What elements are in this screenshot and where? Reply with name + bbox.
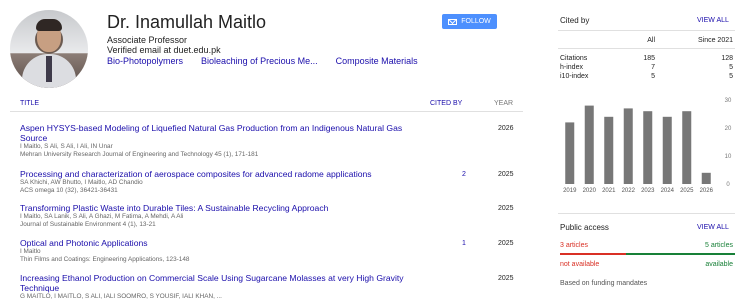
article-row: Increasing Ethanol Production on Commerc… [20, 273, 523, 301]
avatar-tie [46, 56, 52, 82]
public-access-labels: not available available [560, 261, 735, 270]
article-title[interactable]: Transforming Plastic Waste into Durable … [20, 203, 420, 213]
available-count[interactable]: 5 articles [705, 242, 733, 249]
interest-link[interactable]: Bioleaching of Precious Me... [201, 56, 318, 66]
not-available-bar [560, 253, 626, 255]
article-authors: G MAITLO, I MAITLO, S ALI, IALI SOOMRO, … [20, 293, 222, 300]
bar-2026[interactable] [701, 172, 711, 184]
h-index-row: h-index 7 5 [560, 64, 735, 73]
profile-photo [10, 10, 88, 88]
metric-all: 185 [643, 55, 655, 62]
metric-label: h-index [560, 64, 583, 71]
y-tick-label: 30 [725, 98, 732, 104]
x-tick-label: 2022 [622, 188, 636, 194]
article-authors: I Maitlo, SA Lanik, S Ali, A Ghazi, M Fa… [20, 213, 184, 220]
bar-2023[interactable] [643, 111, 653, 184]
article-row: Transforming Plastic Waste into Durable … [20, 203, 523, 229]
available-bar [625, 253, 735, 255]
cited-by-header-row: All Since 2021 [560, 37, 735, 46]
article-row: Optical and Photonic Applications I Mait… [20, 238, 523, 264]
x-tick-label: 2023 [641, 188, 655, 194]
follow-button[interactable]: FOLLOW [442, 14, 497, 29]
article-year: 2025 [498, 275, 514, 282]
x-tick-label: 2019 [563, 188, 577, 194]
public-access-title: Public access [560, 223, 609, 232]
col-since: Since 2021 [697, 37, 733, 44]
bar-2025[interactable] [682, 111, 692, 184]
bar-2024[interactable] [662, 116, 672, 184]
cited-by-view-all[interactable]: VIEW ALL [697, 17, 729, 24]
profile-name: Dr. Inamullah Maitlo [107, 12, 267, 32]
article-authors: SA Khichi, AW Bhutto, I Maitlo, AD Chand… [20, 179, 143, 186]
article-year: 2025 [498, 205, 514, 212]
x-tick-label: 2020 [583, 188, 597, 194]
article-venue: Mehran University Research Journal of En… [20, 151, 259, 158]
funding-mandates-note: Based on funding mandates [560, 280, 648, 287]
article-year: 2025 [498, 171, 514, 178]
article-title[interactable]: Increasing Ethanol Production on Commerc… [20, 273, 420, 293]
profile-affiliation: Associate Professor [107, 35, 188, 45]
citations-row: Citations 185 128 [560, 55, 735, 64]
not-available-count[interactable]: 3 articles [560, 242, 588, 249]
i10-index-row: i10-index 5 5 [560, 73, 735, 82]
cited-by-title: Cited by [560, 16, 590, 25]
x-tick-label: 2021 [602, 188, 616, 194]
article-venue: ACS omega 10 (32), 36421-36431 [20, 187, 118, 194]
metric-since: 5 [729, 73, 733, 80]
bar-2021[interactable] [604, 116, 614, 184]
avatar-hair [36, 19, 62, 31]
y-tick-label: 10 [725, 154, 732, 160]
article-year: 2026 [498, 125, 514, 132]
article-title[interactable]: Processing and characterization of aeros… [20, 169, 420, 179]
articles-table-header: TITLE CITED BY YEAR [10, 95, 523, 112]
article-row: Aspen HYSYS-based Modeling of Liquefied … [20, 123, 523, 159]
sort-by-title[interactable]: TITLE [20, 100, 39, 107]
metric-since: 5 [729, 64, 733, 71]
article-title[interactable]: Aspen HYSYS-based Modeling of Liquefied … [20, 123, 420, 143]
public-access-counts: 3 articles 5 articles [560, 242, 735, 251]
public-access-view-all[interactable]: VIEW ALL [697, 224, 729, 231]
x-tick-label: 2024 [661, 188, 675, 194]
profile-email: Verified email at duet.edu.pk [107, 45, 221, 55]
article-authors: I Maitlo [20, 248, 41, 255]
x-tick-label: 2026 [700, 188, 714, 194]
public-access-bar [560, 253, 735, 255]
not-available-label: not available [560, 261, 600, 268]
metric-label: Citations [560, 55, 588, 62]
article-year: 2025 [498, 240, 514, 247]
available-label: available [705, 261, 733, 268]
sort-by-year[interactable]: YEAR [494, 100, 513, 107]
col-all: All [647, 37, 655, 44]
metric-since: 128 [721, 55, 733, 62]
article-venue: Thin Films and Coatings: Engineering App… [20, 256, 190, 263]
metric-label: i10-index [560, 73, 589, 80]
citations-per-year-chart: 2019 2020 2021 2022 2023 2024 2025 2026 0 10 20 30 [563, 98, 732, 194]
x-tick-label: 2025 [680, 188, 694, 194]
metric-all: 5 [651, 73, 655, 80]
article-title[interactable]: Optical and Photonic Applications [20, 238, 420, 248]
divider [558, 30, 735, 31]
bar-2019[interactable] [565, 122, 575, 184]
divider [558, 213, 735, 214]
divider [558, 48, 735, 49]
interest-link[interactable]: Composite Materials [336, 56, 418, 66]
mail-icon [448, 18, 458, 25]
bar-2020[interactable] [584, 105, 594, 184]
y-tick-label: 20 [725, 126, 732, 132]
article-row: Processing and characterization of aeros… [20, 169, 523, 195]
sort-by-cited[interactable]: CITED BY [430, 100, 462, 107]
metric-all: 7 [651, 64, 655, 71]
article-cited-by[interactable]: 2 [462, 171, 466, 178]
article-cited-by[interactable]: 1 [462, 240, 466, 247]
article-authors: I Maitlo, S Ali, S Ali, I Ali, IN Unar [20, 143, 113, 150]
bar-2022[interactable] [623, 108, 633, 184]
article-venue: Journal of Sustainable Environment 4 (1)… [20, 221, 156, 228]
research-interests: Bio-Photopolymers Bioleaching of Preciou… [107, 56, 418, 66]
y-tick-label: 0 [726, 182, 730, 188]
follow-label: FOLLOW [461, 18, 491, 25]
interest-link[interactable]: Bio-Photopolymers [107, 56, 183, 66]
